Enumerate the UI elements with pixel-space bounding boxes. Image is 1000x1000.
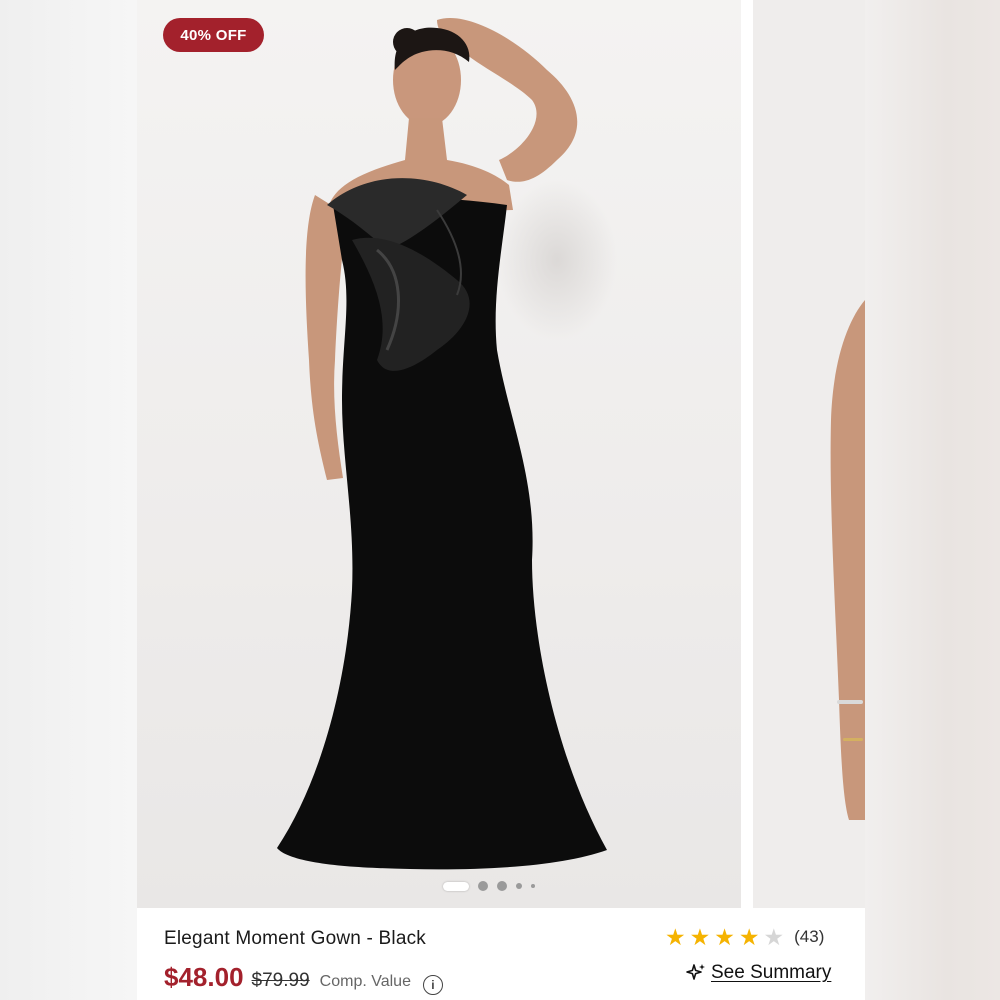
product-title[interactable]: Elegant Moment Gown - Black xyxy=(164,928,426,950)
star-icon: ★ xyxy=(738,924,760,950)
rating[interactable]: ★ ★ ★ ★ ★ (43) xyxy=(665,924,824,950)
next-image-preview xyxy=(830,300,865,820)
see-summary-label[interactable]: See Summary xyxy=(711,962,831,984)
pagination-dot[interactable] xyxy=(497,881,507,891)
star-icon: ★ xyxy=(689,924,711,950)
see-summary-link[interactable]: See Summary xyxy=(685,962,831,984)
product-info: Elegant Moment Gown - Black $48.00 $79.9… xyxy=(137,908,865,1000)
next-product-image[interactable] xyxy=(753,0,865,908)
product-card: 40% OFF Elegant Moment Gown - Black $48.… xyxy=(137,0,865,1000)
gallery-pagination[interactable] xyxy=(443,880,535,892)
original-price: $79.99 xyxy=(251,970,310,991)
comp-value-label: Comp. Value xyxy=(319,973,411,990)
price-row: $48.00 $79.99 Comp. Value i xyxy=(164,962,443,995)
pagination-dot[interactable] xyxy=(478,881,488,891)
star-icon: ★ xyxy=(763,924,785,950)
star-icon: ★ xyxy=(714,924,735,950)
star-icon: ★ xyxy=(665,924,686,950)
model-illustration xyxy=(277,18,617,870)
pagination-dot[interactable] xyxy=(516,883,522,889)
pagination-dot[interactable] xyxy=(531,884,535,888)
review-count[interactable]: (43) xyxy=(794,927,824,947)
pagination-dot-active[interactable] xyxy=(443,881,469,891)
product-image[interactable]: 40% OFF xyxy=(137,0,741,908)
discount-badge: 40% OFF xyxy=(163,18,264,52)
sparkle-icon xyxy=(686,964,705,980)
info-icon[interactable]: i xyxy=(422,975,443,995)
background-left xyxy=(0,0,137,1000)
background-right xyxy=(865,0,1000,1000)
sale-price: $48.00 xyxy=(164,962,244,992)
